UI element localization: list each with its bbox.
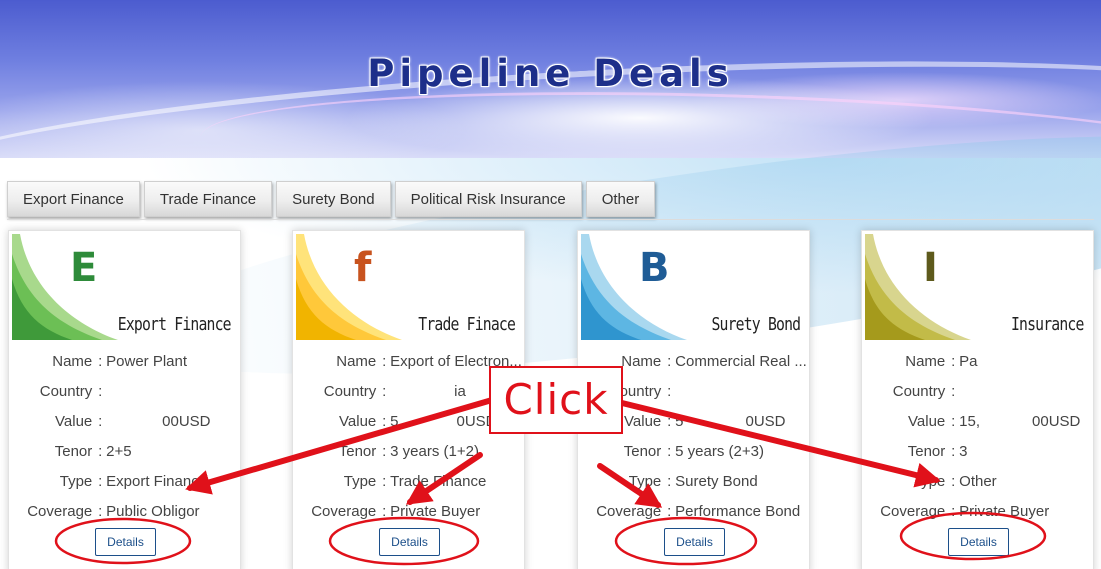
field-type-value: Trade Finance bbox=[390, 472, 487, 490]
card-letter-f: f bbox=[354, 245, 372, 291]
click-callout-text: Click bbox=[503, 375, 609, 424]
field-type: Type: Trade Finance bbox=[293, 466, 524, 496]
field-coverage: Coverage: Public Obligor bbox=[9, 496, 240, 526]
click-callout: Click bbox=[489, 366, 623, 434]
card-heading: Insurance bbox=[1011, 314, 1084, 335]
card-heading: Export Finance bbox=[118, 314, 232, 335]
field-type-value: Other bbox=[959, 472, 997, 490]
field-tenor-value: 5 years (2+3) bbox=[675, 442, 764, 460]
field-name-value: Commercial Real ... bbox=[675, 352, 807, 370]
field-value-value: 00USD bbox=[1032, 412, 1081, 430]
field-country-value: ia bbox=[454, 382, 466, 400]
field-coverage-value: Performance Bond bbox=[675, 502, 801, 520]
field-coverage: Coverage: Private Buyer bbox=[862, 496, 1093, 526]
tab-surety-bond[interactable]: Surety Bond bbox=[276, 181, 391, 217]
page-banner: Pipeline Deals bbox=[0, 0, 1101, 158]
card-fields: Name: Pa Country: Value:15, 00USD Tenor:3 … bbox=[862, 346, 1093, 526]
field-tenor: Tenor:3 bbox=[862, 436, 1093, 466]
details-button[interactable]: Details bbox=[948, 528, 1009, 556]
field-coverage-value: Private Buyer bbox=[390, 502, 481, 520]
field-name: Name: Pa bbox=[862, 346, 1093, 376]
field-value-value: 0USD bbox=[745, 412, 786, 430]
field-name: Name: Power Plant bbox=[9, 346, 240, 376]
field-coverage-value: Public Obligor bbox=[106, 502, 200, 520]
field-tenor: Tenor:2+5 bbox=[9, 436, 240, 466]
details-button[interactable]: Details bbox=[664, 528, 725, 556]
field-coverage: Coverage: Performance Bond bbox=[578, 496, 809, 526]
tab-other[interactable]: Other bbox=[585, 181, 656, 217]
card-header: f Trade Finace bbox=[296, 234, 521, 340]
field-value: Value:00USD bbox=[55, 412, 211, 430]
field-tenor-value: 2+5 bbox=[106, 442, 132, 460]
field-tenor: Tenor:5 years (2+3) bbox=[578, 436, 809, 466]
details-button[interactable]: Details bbox=[95, 528, 156, 556]
field-coverage-value: Private Buyer bbox=[959, 502, 1050, 520]
card-header: I Insurance bbox=[865, 234, 1090, 340]
field-tenor-value: 3 bbox=[959, 442, 968, 460]
field-value: Value:15, 00USD bbox=[908, 412, 1081, 430]
card-letter-i: I bbox=[923, 245, 938, 291]
page-title: Pipeline Deals bbox=[367, 52, 734, 95]
deal-card-export-finance: E Export Finance Name: Power Plant Countr… bbox=[8, 230, 241, 569]
category-tabs: Export Finance Trade Finance Surety Bond… bbox=[7, 181, 656, 217]
field-type-value: Export Finance bbox=[106, 472, 208, 490]
details-button[interactable]: Details bbox=[379, 528, 440, 556]
card-heading: Surety Bond bbox=[711, 314, 801, 335]
card-heading: Trade Finace bbox=[418, 314, 516, 335]
tabs-divider bbox=[7, 219, 1094, 220]
field-country: Country: bbox=[892, 382, 956, 400]
field-tenor-value: 3 years (1+2) bbox=[390, 442, 479, 460]
field-value-value: 00USD bbox=[162, 412, 211, 430]
card-letter-e: E bbox=[70, 245, 98, 291]
tab-trade-finance[interactable]: Trade Finance bbox=[143, 181, 273, 217]
field-tenor: Tenor:3 years (1+2) bbox=[293, 436, 524, 466]
field-name-value: Pa bbox=[959, 352, 978, 370]
field-country: Country: bbox=[39, 382, 103, 400]
card-header: B Surety Bond bbox=[581, 234, 806, 340]
field-coverage: Coverage: Private Buyer bbox=[293, 496, 524, 526]
card-fields: Name: Power Plant Country: Value:00USD Te… bbox=[9, 346, 240, 526]
field-type: Type: Surety Bond bbox=[578, 466, 809, 496]
field-name-value: Power Plant bbox=[106, 352, 188, 370]
card-letter-b: B bbox=[639, 245, 670, 291]
field-type: Type: Export Finance bbox=[9, 466, 240, 496]
card-header: E Export Finance bbox=[12, 234, 237, 340]
tab-export-finance[interactable]: Export Finance bbox=[7, 181, 140, 217]
field-type-value: Surety Bond bbox=[675, 472, 758, 490]
field-type: Type: Other bbox=[862, 466, 1093, 496]
tab-political-risk-insurance[interactable]: Political Risk Insurance bbox=[394, 181, 582, 217]
deal-card-insurance: I Insurance Name: Pa Country: Value:15, 00… bbox=[861, 230, 1094, 569]
